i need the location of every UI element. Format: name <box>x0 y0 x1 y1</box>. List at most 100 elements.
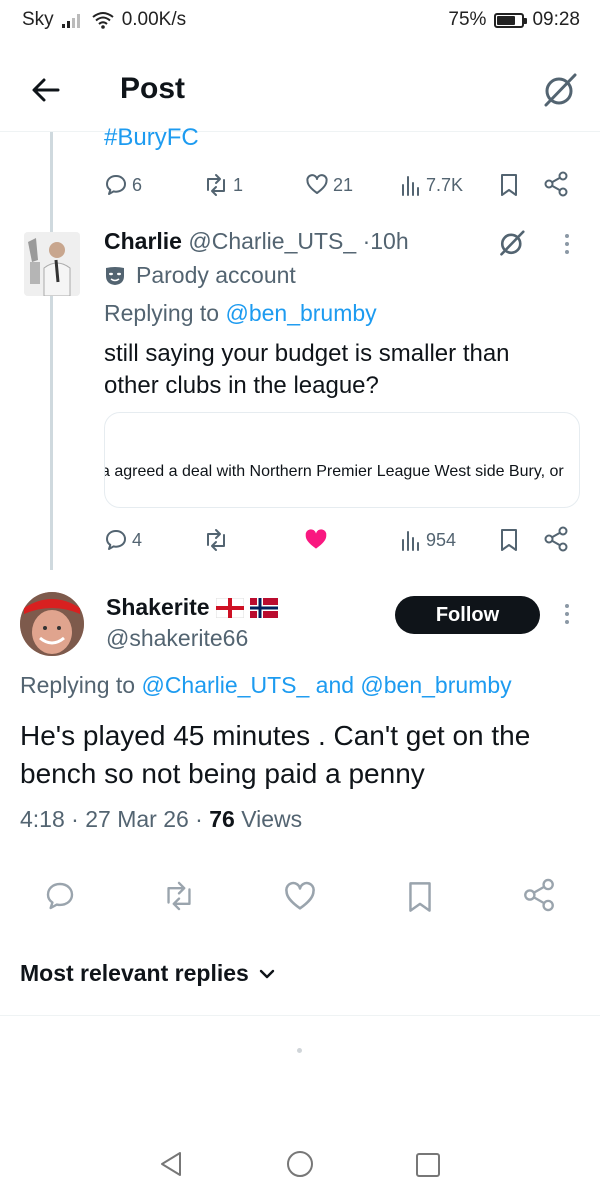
repost-icon <box>167 881 191 911</box>
repost-button[interactable]: 1 <box>203 173 243 197</box>
main-tweet-body: He's played 45 minutes . Can't get on th… <box>20 717 530 793</box>
display-name[interactable]: Charlie <box>104 228 182 254</box>
avatar-shakerite[interactable] <box>20 592 84 656</box>
section-divider <box>0 1015 600 1016</box>
carrier-label: Sky <box>22 9 54 30</box>
triangle-back-icon <box>161 1152 181 1176</box>
replies-sort-label: Most relevant replies <box>20 960 249 986</box>
repost-button[interactable] <box>162 880 196 917</box>
reply-button[interactable]: 6 <box>104 173 142 197</box>
grok-button[interactable] <box>540 70 580 110</box>
nav-home-button[interactable] <box>286 1150 314 1183</box>
user-handle[interactable]: @shakerite66 <box>106 625 248 652</box>
bookmark-button[interactable] <box>405 880 435 919</box>
reply-count: 6 <box>132 174 143 195</box>
link-preview-card[interactable]: a agreed a deal with Northern Premier Le… <box>104 412 580 508</box>
views-label: Views <box>241 806 303 832</box>
nav-back-button[interactable] <box>158 1150 184 1183</box>
view-count: 7.7K <box>426 174 464 195</box>
england-flag-icon <box>215 597 244 618</box>
top-app-bar: Post <box>0 50 600 132</box>
replying-to-line: Replying to @Charlie_UTS_ and @ben_brumb… <box>20 672 512 699</box>
reply-button[interactable]: 4 <box>104 528 142 552</box>
link-preview-text: a agreed a deal with Northern Premier Le… <box>104 463 564 480</box>
heart-icon <box>306 174 328 194</box>
charlie-header: Charlie @Charlie_UTS_ ·10h <box>104 228 409 255</box>
replying-to-line: Replying to @ben_brumby <box>104 300 377 327</box>
bookmark-icon <box>409 882 431 912</box>
system-nav-bar <box>0 1120 600 1200</box>
signal-icon <box>61 14 80 28</box>
repost-icon <box>207 174 225 196</box>
reply-button[interactable] <box>44 880 76 917</box>
battery-icon <box>494 12 528 28</box>
post-time: 4:18 <box>20 806 65 832</box>
share-button[interactable] <box>522 878 556 917</box>
timestamp: 10h <box>370 228 409 254</box>
tweet-text-line: still saying your budget is smaller than <box>104 340 510 367</box>
replies-sort-dropdown[interactable]: Most relevant replies <box>20 960 275 987</box>
follow-button[interactable]: Follow <box>395 596 540 634</box>
page-title: Post <box>120 72 186 105</box>
like-button[interactable] <box>283 880 317 919</box>
mention-link[interactable]: @ben_brumby <box>225 300 376 326</box>
like-button[interactable]: 21 <box>305 173 353 197</box>
display-name[interactable]: Shakerite <box>106 594 210 621</box>
loading-indicator <box>297 1048 302 1053</box>
mention-link[interactable]: @Charlie_UTS_ <box>141 672 309 698</box>
parody-badge: Parody account <box>104 262 296 289</box>
clock: 09:28 <box>532 9 580 30</box>
wifi-icon <box>92 12 114 29</box>
share-button[interactable] <box>543 171 569 202</box>
user-photo-icon <box>24 232 80 296</box>
heart-icon <box>285 881 315 910</box>
comment-icon <box>106 175 126 195</box>
status-bar: Sky 0.00K/s 75% 09:28 <box>0 0 600 40</box>
grok-explain-button[interactable] <box>497 228 527 263</box>
view-count: 954 <box>426 529 457 550</box>
mention-link[interactable]: @ben_brumby <box>360 672 511 698</box>
reply-count: 4 <box>132 529 143 550</box>
tweet-meta: 4:18 · 27 Mar 26 · 76 Views <box>20 806 302 833</box>
replying-to-prefix: Replying to <box>104 300 220 326</box>
like-button[interactable] <box>303 527 329 553</box>
repost-count: 1 <box>233 174 244 195</box>
bookmark-button[interactable] <box>498 173 520 202</box>
chevron-down-icon <box>259 969 275 978</box>
separator-dot: · <box>71 806 79 832</box>
arrow-left-icon <box>32 78 60 102</box>
views-count: 76 <box>209 806 235 832</box>
like-count: 21 <box>333 174 354 195</box>
square-recents-icon <box>416 1153 440 1177</box>
user-handle[interactable]: @Charlie_UTS_ <box>188 228 356 254</box>
repost-button[interactable] <box>203 528 229 552</box>
mention-and[interactable]: and <box>316 672 354 698</box>
tweet-body: still saying your budget is smaller than… <box>104 338 510 402</box>
bookmark-icon <box>501 174 517 196</box>
hashtag-link[interactable]: #BuryFC <box>104 124 199 152</box>
more-options-button[interactable] <box>562 234 572 254</box>
tweet-text-line: bench so not being paid a penny <box>20 758 425 789</box>
back-button[interactable] <box>28 72 64 108</box>
tweet-text-line: He's played 45 minutes . Can't get on th… <box>20 720 531 751</box>
views-button[interactable]: 954 <box>400 528 456 552</box>
circle-home-icon <box>287 1151 313 1177</box>
share-icon <box>524 878 554 912</box>
shakerite-name-row: Shakerite <box>106 594 278 621</box>
views-button[interactable]: 7.7K <box>400 173 463 197</box>
share-button[interactable] <box>543 526 569 557</box>
share-icon <box>544 171 568 197</box>
grok-icon <box>544 73 577 107</box>
more-options-button[interactable] <box>562 604 572 624</box>
mask-icon <box>106 266 124 285</box>
avatar-charlie[interactable] <box>24 232 80 296</box>
battery-percent: 75% <box>448 9 487 30</box>
bookmark-button[interactable] <box>498 528 520 557</box>
post-date: 27 Mar 26 <box>85 806 189 832</box>
nav-recents-button[interactable] <box>415 1152 441 1183</box>
norway-flag-icon <box>249 597 278 618</box>
comment-icon <box>106 530 126 550</box>
user-photo-icon <box>20 592 84 656</box>
share-icon <box>544 526 568 552</box>
bar-chart-icon <box>402 531 419 551</box>
